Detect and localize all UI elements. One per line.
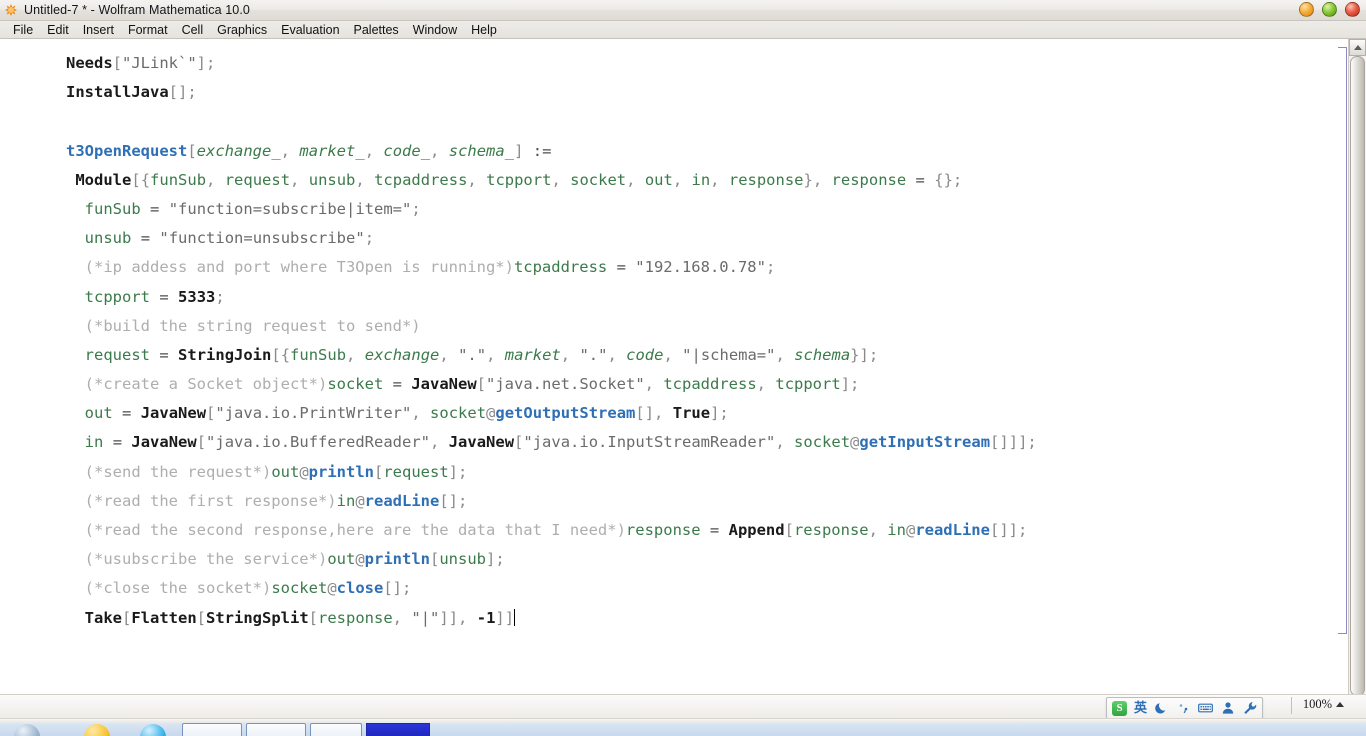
- code-line[interactable]: unsub = "function=unsubscribe";: [66, 224, 1316, 253]
- taskbar-button-2[interactable]: [246, 723, 306, 736]
- wrench-icon[interactable]: [1242, 701, 1257, 716]
- code-line[interactable]: Needs["JLink`"];: [66, 49, 1316, 78]
- menu-item-format[interactable]: Format: [121, 22, 175, 38]
- vertical-scrollbar[interactable]: [1348, 39, 1366, 719]
- code-line[interactable]: (*read the first response*)in@readLine[]…: [66, 487, 1316, 516]
- scroll-up-icon[interactable]: [1349, 39, 1366, 56]
- menu-bar: File Edit Insert Format Cell Graphics Ev…: [0, 21, 1366, 39]
- menu-item-palettes[interactable]: Palettes: [347, 22, 406, 38]
- code-line[interactable]: funSub = "function=subscribe|item=";: [66, 195, 1316, 224]
- menu-item-cell[interactable]: Cell: [175, 22, 211, 38]
- scrollbar-thumb[interactable]: [1350, 56, 1365, 696]
- code-line[interactable]: (*build the string request to send*): [66, 312, 1316, 341]
- taskbar-button-active[interactable]: [366, 723, 430, 736]
- soft-keyboard-icon[interactable]: [1198, 701, 1213, 716]
- code-line[interactable]: InstallJava[];: [66, 78, 1316, 107]
- cell-bracket[interactable]: [1338, 47, 1347, 634]
- menu-item-window[interactable]: Window: [406, 22, 464, 38]
- minimize-button[interactable]: [1299, 2, 1314, 17]
- zoom-level-label: 100%: [1302, 697, 1332, 711]
- code-line[interactable]: (*usubscribe the service*)out@println[un…: [66, 545, 1316, 574]
- user-icon[interactable]: [1220, 701, 1235, 716]
- windows-taskbar[interactable]: [0, 718, 1366, 736]
- code-line[interactable]: request = StringJoin[{funSub, exchange, …: [66, 341, 1316, 370]
- code-line[interactable]: (*read the second response,here are the …: [66, 516, 1316, 545]
- code-line[interactable]: tcpport = 5333;: [66, 283, 1316, 312]
- maximize-button[interactable]: [1322, 2, 1337, 17]
- code-line[interactable]: (*ip addess and port where T3Open is run…: [66, 253, 1316, 282]
- menu-item-graphics[interactable]: Graphics: [210, 22, 274, 38]
- window-controls: [1299, 2, 1360, 17]
- taskbar-orb-1[interactable]: [14, 724, 40, 736]
- input-cell-code[interactable]: Needs["JLink`"]; InstallJava[]; t3OpenReq…: [66, 49, 1316, 633]
- ime-mode-label[interactable]: 英: [1134, 702, 1147, 715]
- notebook-area[interactable]: Needs["JLink`"]; InstallJava[]; t3OpenReq…: [0, 39, 1366, 694]
- sogou-ime-bar[interactable]: S 英: [1106, 697, 1264, 719]
- taskbar-orb-3[interactable]: [140, 724, 166, 736]
- moon-icon[interactable]: [1154, 701, 1169, 716]
- window-title: Untitled-7 * - Wolfram Mathematica 10.0: [24, 3, 250, 17]
- menu-item-help[interactable]: Help: [464, 22, 504, 38]
- taskbar-button-3[interactable]: [310, 723, 362, 736]
- menu-item-file[interactable]: File: [6, 22, 40, 38]
- scrollbar-track[interactable]: [1349, 56, 1366, 702]
- menu-item-edit[interactable]: Edit: [40, 22, 76, 38]
- taskbar-orb-2[interactable]: [84, 724, 110, 736]
- code-line[interactable]: (*close the socket*)socket@close[];: [66, 574, 1316, 603]
- menu-item-insert[interactable]: Insert: [76, 22, 121, 38]
- code-line[interactable]: (*send the request*)out@println[request]…: [66, 458, 1316, 487]
- caret-up-icon[interactable]: [1336, 702, 1344, 707]
- code-line[interactable]: Take[Flatten[StringSplit[response, "|"]]…: [66, 604, 1316, 633]
- notebook-canvas[interactable]: Needs["JLink`"]; InstallJava[]; t3OpenReq…: [0, 39, 1348, 694]
- code-line[interactable]: out = JavaNew["java.io.PrintWriter", soc…: [66, 399, 1316, 428]
- mathematica-window: Untitled-7 * - Wolfram Mathematica 10.0 …: [0, 0, 1366, 736]
- text-caret: [514, 608, 516, 626]
- mathematica-spikey-icon: [3, 2, 19, 18]
- taskbar-button-1[interactable]: [182, 723, 242, 736]
- code-line[interactable]: in = JavaNew["java.io.BufferedReader", J…: [66, 428, 1316, 457]
- close-button[interactable]: [1345, 2, 1360, 17]
- title-bar: Untitled-7 * - Wolfram Mathematica 10.0: [0, 0, 1366, 21]
- code-line[interactable]: Module[{funSub, request, unsub, tcpaddre…: [66, 166, 1316, 195]
- code-line[interactable]: (*create a Socket object*)socket = JavaN…: [66, 370, 1316, 399]
- punctuation-icon[interactable]: [1176, 701, 1191, 716]
- zoom-control[interactable]: 100%: [1303, 697, 1344, 712]
- status-divider: [1291, 697, 1292, 714]
- code-line[interactable]: t3OpenRequest[exchange_, market_, code_,…: [66, 137, 1316, 166]
- menu-item-evaluation[interactable]: Evaluation: [274, 22, 346, 38]
- sogou-logo-icon[interactable]: S: [1112, 700, 1127, 716]
- code-line[interactable]: [66, 107, 1316, 136]
